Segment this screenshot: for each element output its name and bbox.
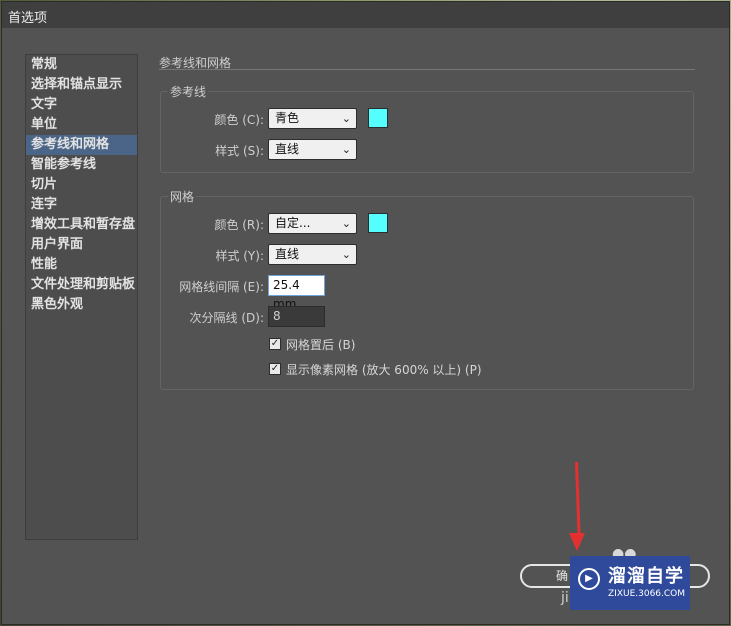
watermark: ▶ 溜溜自学 ZIXUE.3066.COM	[570, 556, 690, 610]
guides-style-value: 直线	[275, 142, 300, 156]
overlay-text: ji	[561, 590, 569, 606]
grid-color-select[interactable]: 自定... ⌄	[268, 213, 357, 234]
sidebar-item-slices[interactable]: 切片	[26, 175, 137, 195]
chevron-down-icon: ⌄	[341, 112, 351, 125]
sidebar-item-plugins-scratch-disks[interactable]: 增效工具和暂存盘	[26, 215, 137, 235]
grid-spacing-input[interactable]: 25.4 mm	[268, 275, 325, 311]
guides-color-value: 青色	[275, 111, 300, 125]
watermark-name: 溜溜自学	[608, 566, 684, 587]
sidebar: 常规 选择和锚点显示 文字 单位 参考线和网格 智能参考线 切片 连字 增效工具…	[25, 54, 138, 540]
grid-style-select[interactable]: 直线 ⌄	[268, 244, 357, 265]
pixel-grid-label: 显示像素网格 (放大 600% 以上) (P)	[286, 363, 482, 377]
grid-spacing-label: 网格线间隔 (E):	[179, 280, 264, 294]
ok-button-label: 确	[556, 569, 569, 583]
guides-color-select[interactable]: 青色 ⌄	[268, 108, 357, 129]
grids-in-back-label: 网格置后 (B)	[286, 338, 356, 352]
grids-in-back-checkbox[interactable]: ✓	[269, 338, 281, 350]
grid-color-swatch[interactable]	[368, 213, 388, 233]
title-bar: 首选项	[2, 2, 729, 28]
guides-group-label: 参考线	[168, 83, 209, 100]
annotation-arrow-head	[569, 533, 585, 551]
sidebar-item-appearance-of-black[interactable]: 黑色外观	[26, 295, 137, 315]
chevron-down-icon: ⌄	[341, 248, 351, 261]
sidebar-item-smart-guides[interactable]: 智能参考线	[26, 155, 137, 175]
window-title: 首选项	[8, 11, 48, 26]
grid-style-label: 样式 (Y):	[215, 249, 264, 263]
grid-style-value: 直线	[275, 247, 300, 261]
preferences-dialog: 首选项 常规 选择和锚点显示 文字 单位 参考线和网格 智能参考线 切片 连字 …	[1, 1, 730, 625]
sidebar-item-general[interactable]: 常规	[26, 55, 137, 75]
sidebar-item-type[interactable]: 文字	[26, 95, 137, 115]
watermark-url: ZIXUE.3066.COM	[608, 589, 686, 599]
chevron-down-icon: ⌄	[341, 217, 351, 230]
guides-style-select[interactable]: 直线 ⌄	[268, 139, 357, 160]
sidebar-item-file-handling-clipboard[interactable]: 文件处理和剪贴板	[26, 275, 137, 295]
grid-group-label: 网格	[168, 188, 197, 205]
chevron-down-icon: ⌄	[341, 143, 351, 156]
grid-color-value: 自定...	[275, 216, 311, 230]
sidebar-item-performance[interactable]: 性能	[26, 255, 137, 275]
guides-style-label: 样式 (S):	[215, 144, 264, 158]
guides-group	[160, 91, 694, 173]
play-icon: ▶	[578, 568, 600, 590]
sidebar-item-selection-anchor-display[interactable]: 选择和锚点显示	[26, 75, 137, 95]
sidebar-item-user-interface[interactable]: 用户界面	[26, 235, 137, 255]
sidebar-item-hyphenation[interactable]: 连字	[26, 195, 137, 215]
guides-color-swatch[interactable]	[368, 108, 388, 128]
sidebar-item-units[interactable]: 单位	[26, 115, 137, 135]
section-divider	[159, 69, 695, 70]
subdivisions-label: 次分隔线 (D):	[189, 311, 264, 325]
guides-color-label: 颜色 (C):	[214, 113, 264, 127]
subdivisions-input[interactable]: 8	[268, 306, 325, 327]
sidebar-item-guides-grid[interactable]: 参考线和网格	[26, 135, 137, 155]
grid-color-label: 颜色 (R):	[214, 218, 264, 232]
pixel-grid-checkbox[interactable]: ✓	[269, 363, 281, 375]
